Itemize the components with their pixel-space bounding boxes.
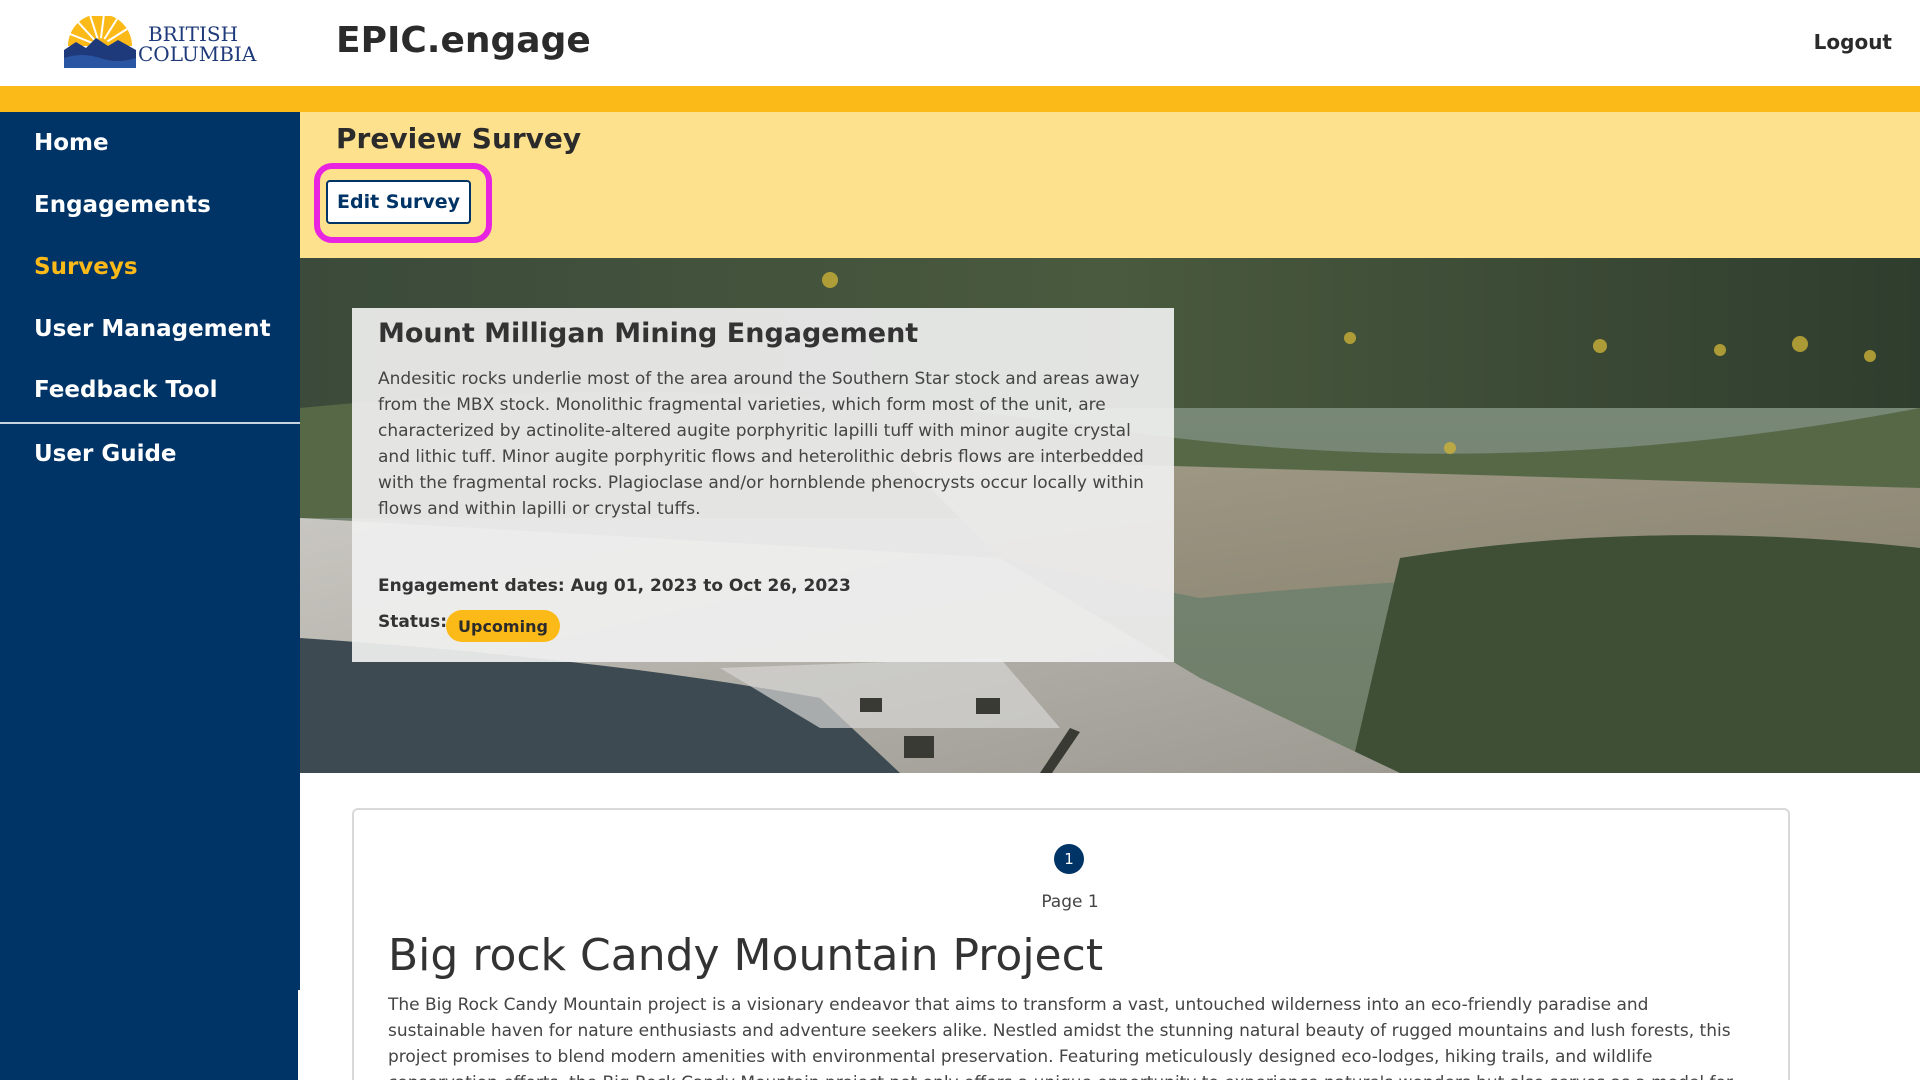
status-label: Status: xyxy=(378,612,447,632)
sidebar-item-user-management[interactable]: User Management xyxy=(34,316,271,342)
bc-government-logo[interactable]: BRITISH COLUMBIA xyxy=(58,13,257,70)
sidebar-item-surveys[interactable]: Surveys xyxy=(34,254,138,280)
survey-body-text: The Big Rock Candy Mountain project is a… xyxy=(388,995,1733,1080)
page-step-indicator: 1 xyxy=(1054,844,1084,874)
engagement-dates: Engagement dates: Aug 01, 2023 to Oct 26… xyxy=(378,576,851,596)
status-badge: Upcoming xyxy=(446,610,560,642)
sidebar-divider xyxy=(0,422,300,424)
sidebar-item-home[interactable]: Home xyxy=(34,130,109,156)
sidebar-item-feedback-tool[interactable]: Feedback Tool xyxy=(34,377,217,403)
logout-button[interactable]: Logout xyxy=(1814,30,1892,54)
survey-heading: Big rock Candy Mountain Project xyxy=(388,930,1104,981)
header-accent-bar xyxy=(0,86,1920,112)
page-label: Page 1 xyxy=(1041,892,1099,912)
engagement-info-card: Mount Milligan Mining Engagement Andesit… xyxy=(352,308,1174,662)
sidebar-edge xyxy=(298,990,302,1080)
sidebar: Home Engagements Surveys User Management… xyxy=(0,112,300,1080)
top-header: BRITISH COLUMBIA EPIC.engage Logout xyxy=(0,0,1920,86)
logo-wordmark: BRITISH COLUMBIA xyxy=(138,22,257,66)
edit-survey-button[interactable]: Edit Survey xyxy=(326,180,471,224)
engagement-title: Mount Milligan Mining Engagement xyxy=(378,318,919,349)
app-title: EPIC.engage xyxy=(336,20,591,61)
sidebar-item-engagements[interactable]: Engagements xyxy=(34,192,211,218)
sidebar-item-user-guide[interactable]: User Guide xyxy=(34,441,177,467)
engagement-description: Andesitic rocks underlie most of the are… xyxy=(378,369,1144,519)
page-title: Preview Survey xyxy=(336,122,582,155)
